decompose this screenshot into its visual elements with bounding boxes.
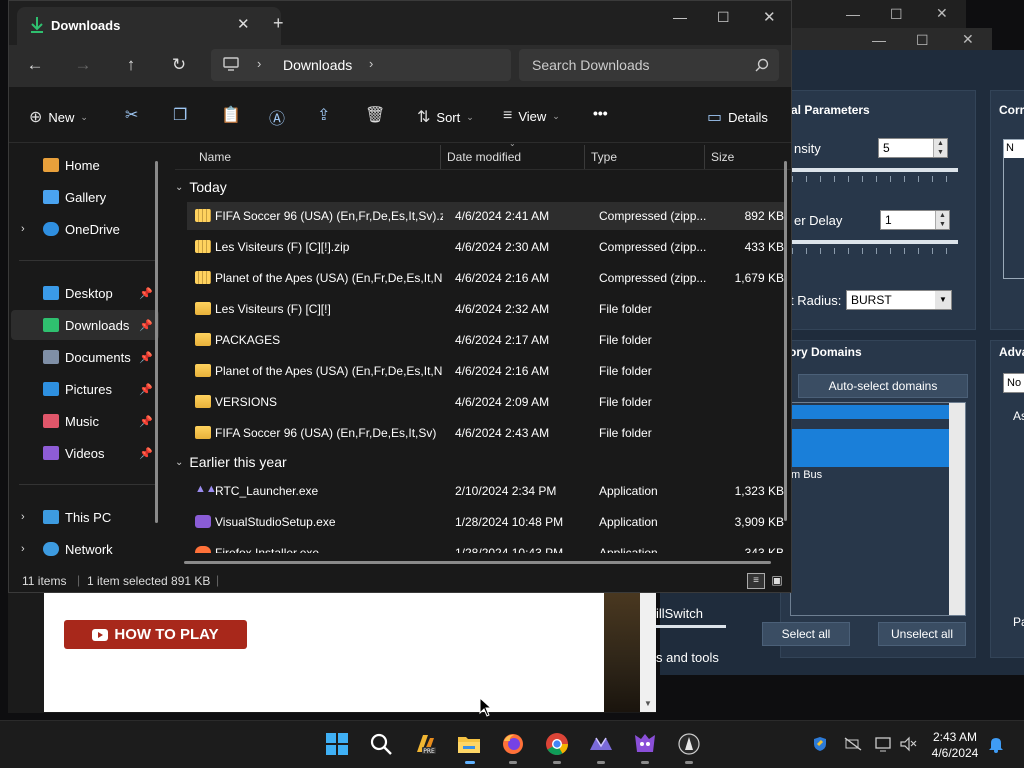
corrupt-list[interactable]: N bbox=[1003, 139, 1024, 279]
selection-info: 1 item selected 891 KB bbox=[87, 574, 211, 588]
slider-ticks bbox=[792, 248, 958, 254]
running-indicator bbox=[553, 761, 561, 764]
display-icon[interactable] bbox=[875, 736, 893, 752]
list-item[interactable] bbox=[791, 405, 949, 419]
file-name: RTC_Launcher.exe bbox=[215, 484, 319, 498]
running-indicator bbox=[597, 761, 605, 764]
killswitch-bar bbox=[656, 625, 726, 628]
details-view-icon[interactable]: ≡ bbox=[747, 573, 765, 589]
list-item[interactable] bbox=[791, 429, 949, 467]
advanced-label: As bbox=[1013, 409, 1024, 423]
unselect-all-button[interactable]: Unselect all bbox=[878, 622, 966, 646]
tiles-view-icon[interactable]: ▣ bbox=[769, 573, 785, 589]
file-size: 343 KB bbox=[744, 546, 784, 553]
search-icon[interactable] bbox=[369, 732, 393, 756]
slider-ticks bbox=[792, 176, 958, 182]
chrome-icon[interactable] bbox=[545, 732, 569, 756]
copilot-pre-icon[interactable]: PRE bbox=[413, 732, 437, 756]
clock-date: 4/6/2024 bbox=[931, 746, 979, 760]
firefox-icon bbox=[195, 546, 211, 553]
rtc-launcher-icon[interactable] bbox=[589, 732, 613, 756]
running-indicator bbox=[509, 761, 517, 764]
rtc-launcher-icon: ▲▲ bbox=[195, 483, 217, 495]
item-count: 11 items bbox=[22, 574, 67, 588]
spinner-icon[interactable]: ▲ ▼ bbox=[935, 211, 949, 229]
file-list-vertical-scrollbar[interactable] bbox=[784, 161, 787, 521]
running-indicator bbox=[685, 761, 693, 764]
advanced-panel: Adva No As Pa bbox=[990, 340, 1024, 658]
panel-title: Adva bbox=[999, 345, 1024, 359]
intensity-label: nsity bbox=[794, 141, 821, 156]
firefox-icon[interactable] bbox=[501, 732, 525, 756]
mouse-cursor-icon bbox=[479, 697, 493, 717]
visual-studio-icon bbox=[195, 515, 211, 528]
maximize-icon[interactable]: ☐ bbox=[890, 6, 903, 23]
tools-label[interactable]: s and tools bbox=[656, 650, 719, 665]
delay-label: er Delay bbox=[794, 213, 843, 228]
system-clock[interactable]: 2:43 AM 4/6/2024 bbox=[920, 729, 990, 761]
radius-label: t Radius: bbox=[790, 293, 842, 308]
web-content bbox=[44, 592, 604, 712]
panel-title: Corr bbox=[999, 103, 1024, 117]
game-app-icon[interactable] bbox=[677, 732, 701, 756]
start-windows-icon[interactable] bbox=[325, 732, 349, 756]
killswitch-label[interactable]: illSwitch bbox=[656, 606, 703, 621]
chevron-down-icon[interactable]: ▼ bbox=[935, 291, 951, 309]
maximize-icon[interactable]: ☐ bbox=[916, 32, 929, 49]
advanced-label: Pa bbox=[1013, 615, 1024, 629]
panel-title: al Parameters bbox=[791, 103, 870, 117]
file-size: 1,323 KB bbox=[734, 484, 784, 498]
autoselect-domains-button[interactable]: Auto-select domains bbox=[798, 374, 968, 398]
close-icon[interactable]: ✕ bbox=[936, 5, 948, 22]
file-list-horizontal-scrollbar[interactable] bbox=[184, 561, 771, 564]
delay-input[interactable]: 1 ▲ ▼ bbox=[880, 210, 950, 230]
web-scrollbar[interactable]: ▼ bbox=[640, 592, 656, 712]
delay-slider[interactable] bbox=[792, 240, 958, 244]
corrupt-panel: Corr N bbox=[990, 90, 1024, 330]
network-offline-icon[interactable] bbox=[844, 737, 862, 751]
spinner-icon[interactable]: ▲ ▼ bbox=[933, 139, 947, 157]
panel-title: ory Domains bbox=[789, 345, 862, 359]
how-to-play-label: HOW TO PLAY bbox=[114, 626, 219, 643]
intensity-slider[interactable] bbox=[792, 168, 958, 172]
minimize-icon[interactable]: — bbox=[846, 6, 860, 22]
bizhawk-icon[interactable] bbox=[633, 732, 657, 756]
advanced-select[interactable]: No bbox=[1003, 373, 1024, 393]
close-icon[interactable]: ✕ bbox=[962, 31, 974, 48]
file-explorer-window: Downloads ✕ + — ☐ ✕ ← → ↑ ↻ › Downloads … bbox=[8, 0, 792, 593]
running-indicator bbox=[641, 761, 649, 764]
notification-bell-icon[interactable] bbox=[988, 735, 1004, 753]
file-row[interactable]: ▲▲ RTC_Launcher.exe 2/10/2024 2:34 PM Appli… bbox=[187, 477, 785, 505]
file-name: VisualStudioSetup.exe bbox=[215, 515, 336, 529]
select-all-button[interactable]: Select all bbox=[762, 622, 850, 646]
clock-time: 2:43 AM bbox=[932, 730, 978, 744]
file-row[interactable]: VisualStudioSetup.exe 1/28/2024 10:48 PM A… bbox=[187, 508, 785, 536]
active-indicator bbox=[465, 761, 475, 764]
file-size: 3,909 KB bbox=[734, 515, 784, 529]
volume-muted-icon[interactable] bbox=[900, 736, 918, 752]
list-item[interactable]: m Bus bbox=[791, 469, 822, 481]
minimize-icon[interactable]: — bbox=[872, 32, 886, 48]
svg-text:PRE: PRE bbox=[423, 748, 435, 755]
file-date: 2/10/2024 2:34 PM bbox=[455, 484, 557, 498]
file-row[interactable]: Firefox Installer.exe 1/28/2024 10:43 PM A… bbox=[187, 539, 785, 553]
status-bar: 11 items | 1 item selected 891 KB | ≡ ▣ bbox=[9, 567, 791, 593]
web-image bbox=[604, 592, 640, 712]
chevron-down-icon[interactable]: ▼ bbox=[644, 699, 652, 708]
domain-list[interactable]: m Bus bbox=[790, 402, 966, 616]
file-explorer-icon[interactable] bbox=[457, 732, 481, 756]
background-window-titlebar: — ☐ ✕ bbox=[790, 0, 966, 30]
divider: | bbox=[216, 573, 220, 587]
divider: | bbox=[77, 573, 81, 587]
radius-select[interactable]: BURST ▼ bbox=[846, 290, 952, 310]
file-date: 1/28/2024 10:43 PM bbox=[455, 546, 564, 553]
file-name: Firefox Installer.exe bbox=[215, 546, 320, 553]
intensity-input[interactable]: 5 ▲ ▼ bbox=[878, 138, 948, 158]
how-to-play-button[interactable]: HOW TO PLAY bbox=[64, 620, 247, 649]
youtube-icon bbox=[92, 628, 109, 641]
security-shield-icon[interactable] bbox=[812, 736, 828, 752]
list-scrollbar[interactable] bbox=[949, 403, 965, 615]
file-date: 1/28/2024 10:48 PM bbox=[455, 515, 564, 529]
